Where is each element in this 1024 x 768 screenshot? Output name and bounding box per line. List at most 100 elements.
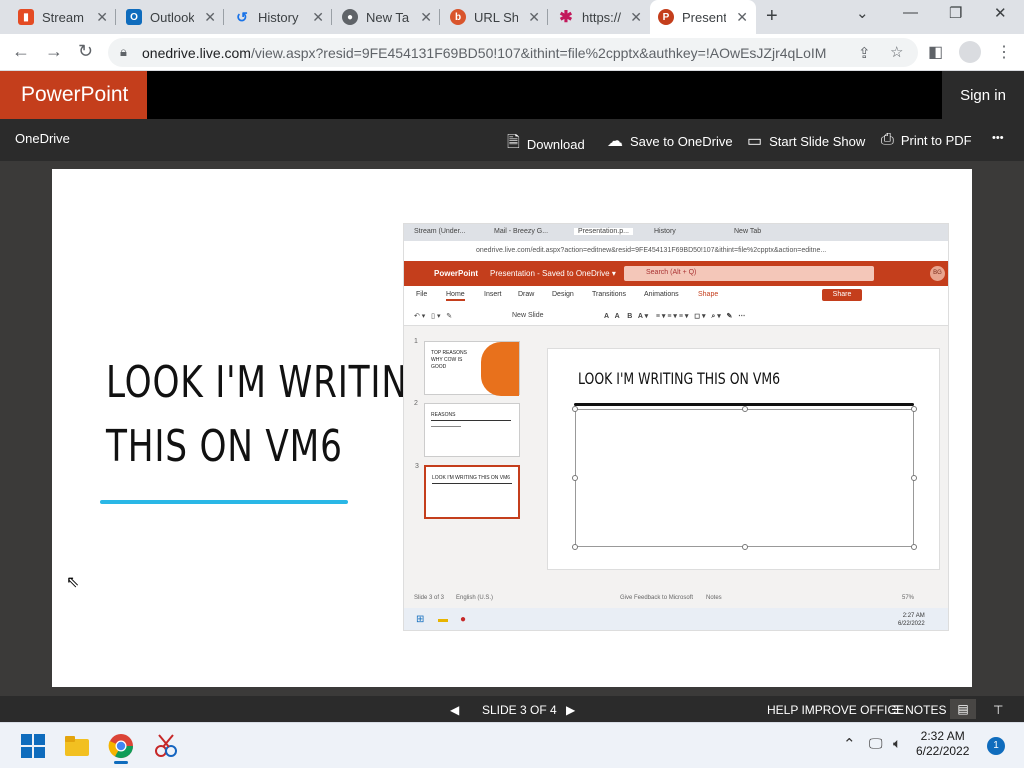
menu-kebab-icon[interactable]: ⋮ bbox=[996, 42, 1012, 62]
help-improve-office-button[interactable]: HELP IMPROVE OFFICE bbox=[767, 703, 904, 717]
download-icon: 🗎︎ bbox=[507, 134, 520, 151]
browser-tab-presentation[interactable]: P Presenta ✕ bbox=[650, 0, 756, 34]
embedded-thumb-2: 2 REASONS bbox=[414, 400, 520, 457]
embedded-thumb-1: 1 TOP REASONS WHY COW IS GOOD bbox=[414, 338, 520, 396]
new-tab-button[interactable]: + bbox=[766, 5, 778, 28]
embedded-doc-title: Presentation - Saved to OneDrive ▾ bbox=[490, 269, 616, 278]
close-icon[interactable]: ✕ bbox=[630, 9, 642, 26]
slide-title-line-1: LOOK I'M WRITING bbox=[106, 357, 436, 408]
save-label: Save to OneDrive bbox=[630, 133, 733, 149]
back-icon[interactable]: ← bbox=[12, 41, 30, 62]
reading-view-icon[interactable]: ▤ bbox=[950, 699, 976, 719]
side-panel-icon[interactable]: ◧ bbox=[928, 42, 943, 62]
embedded-tab: Mail - Breezy G... bbox=[494, 228, 549, 235]
close-window-button[interactable]: ✕ bbox=[994, 4, 1007, 22]
embedded-menu-item: Design bbox=[552, 291, 574, 298]
embedded-text-box bbox=[572, 406, 917, 550]
embedded-avatar: BG bbox=[930, 266, 945, 281]
tab-search-icon[interactable]: ⌄ bbox=[856, 4, 869, 22]
close-icon[interactable]: ✕ bbox=[528, 9, 540, 26]
share-icon[interactable]: ⇪ bbox=[858, 44, 871, 62]
embedded-tab: New Tab bbox=[734, 228, 762, 235]
download-button[interactable]: 🗎︎ Download bbox=[507, 131, 585, 158]
slide-canvas[interactable]: LOOK I'M WRITING THIS ON VM6 Stream (Und… bbox=[52, 169, 972, 687]
slide-title: LOOK I'M WRITING THIS ON VM6 bbox=[106, 351, 436, 479]
print-label: Print to PDF bbox=[900, 132, 972, 148]
forward-icon[interactable]: → bbox=[45, 41, 63, 62]
notes-icon: ☰ bbox=[891, 703, 902, 717]
browser-tab-newtab[interactable]: ● New Tab ✕ bbox=[334, 0, 440, 34]
restore-button[interactable]: ❐ bbox=[949, 4, 962, 22]
taskbar-clock[interactable]: 2:32 AM 6/22/2022 bbox=[916, 729, 969, 759]
print-to-pdf-button[interactable]: ⎙ Print to PDF bbox=[881, 131, 972, 149]
more-options-button[interactable]: ••• bbox=[992, 132, 1004, 144]
embedded-menu-item: Insert bbox=[484, 291, 502, 298]
embedded-menu-item: Shape bbox=[698, 291, 719, 298]
tray-chevron-icon[interactable]: ⌃ bbox=[843, 735, 856, 753]
previous-slide-icon[interactable]: ◀ bbox=[450, 703, 459, 717]
minimize-button[interactable]: — bbox=[903, 4, 918, 21]
embedded-share-button: Share bbox=[822, 289, 862, 301]
tab-title: New Tab bbox=[366, 9, 410, 25]
notes-label: NOTES bbox=[905, 703, 947, 717]
address-bar[interactable]: 🔒︎ onedrive.live.com/view.aspx?resid=9FE… bbox=[108, 38, 918, 67]
stream-icon: ▮ bbox=[18, 9, 34, 25]
embedded-ppt-header: PowerPoint Presentation - Saved to OneDr… bbox=[404, 261, 948, 286]
embedded-address-bar: onedrive.live.com/edit.aspx?action=editn… bbox=[404, 241, 948, 261]
browser-tab-strip: ▮ Stream (Und ✕ O Outlook ✕ ↺ History ✕ … bbox=[0, 0, 1024, 34]
save-to-onedrive-button[interactable]: ☁ Save to OneDrive bbox=[607, 131, 733, 151]
close-icon[interactable]: ✕ bbox=[420, 9, 432, 26]
close-icon[interactable]: ✕ bbox=[204, 9, 216, 26]
embedded-tab-strip: Stream (Under... Mail - Breezy G... Pres… bbox=[404, 224, 948, 241]
chrome-taskbar-icon[interactable] bbox=[108, 733, 134, 764]
powerpoint-brand[interactable]: PowerPoint bbox=[0, 71, 147, 119]
bookmark-star-icon[interactable]: ☆ bbox=[890, 43, 903, 61]
viewer-bottom-bar: ◀ SLIDE 3 OF 4 ▶ HELP IMPROVE OFFICE ☰ N… bbox=[0, 696, 1024, 722]
embedded-menu-item: File bbox=[416, 291, 428, 298]
browser-tab-url-shortener[interactable]: b URL Sh ✕ bbox=[442, 0, 548, 34]
close-icon[interactable]: ✕ bbox=[736, 9, 748, 26]
sign-in-button[interactable]: Sign in bbox=[942, 71, 1024, 119]
embedded-ribbon: ↶ ▾ ▯ ▾ ✎ New Slide A A B A ▾ ≡ ▾ ≡ ▾ ≡ … bbox=[404, 304, 948, 326]
slide-underline bbox=[100, 500, 348, 504]
notes-button[interactable]: ☰ NOTES bbox=[891, 703, 946, 717]
browser-tab-history[interactable]: ↺ History ✕ bbox=[226, 0, 332, 34]
slideshow-label: Start Slide Show bbox=[769, 133, 866, 149]
close-icon[interactable]: ✕ bbox=[96, 9, 108, 26]
notification-badge[interactable]: 1 bbox=[987, 737, 1005, 755]
slide-show-view-icon[interactable]: ⊤ bbox=[993, 703, 1003, 717]
embedded-slide-title: LOOK I'M WRITING THIS ON VM6 bbox=[578, 369, 781, 388]
url-domain: onedrive.live.com bbox=[142, 45, 251, 61]
windows-start-icon[interactable] bbox=[20, 733, 46, 759]
clock-date: 6/22/2022 bbox=[916, 744, 970, 758]
browser-tab-stream[interactable]: ▮ Stream (Und ✕ bbox=[10, 0, 116, 34]
lock-icon[interactable]: 🔒︎ bbox=[120, 44, 127, 60]
volume-icon[interactable]: 🔈︎ bbox=[893, 735, 901, 752]
file-explorer-icon[interactable] bbox=[64, 733, 90, 759]
tab-title: Outlook bbox=[150, 9, 194, 25]
start-slide-show-button[interactable]: ▭ Start Slide Show bbox=[747, 131, 865, 151]
tab-title: Presenta bbox=[682, 9, 726, 25]
embedded-new-slide: New Slide bbox=[512, 312, 544, 319]
next-slide-icon[interactable]: ▶ bbox=[566, 703, 575, 717]
windows-taskbar: ⌃ 🖵︎ 🔈︎ 2:32 AM 6/22/2022 1 bbox=[0, 722, 1024, 768]
embedded-thumb-3: 3 LOOK I'M WRITING THIS ON VM6 bbox=[415, 463, 520, 519]
embedded-screenshot: Stream (Under... Mail - Breezy G... Pres… bbox=[403, 223, 949, 631]
mouse-cursor-icon: ⇖ bbox=[66, 574, 80, 591]
onedrive-breadcrumb[interactable]: OneDrive bbox=[15, 131, 70, 146]
embedded-menu-item: Animations bbox=[644, 291, 679, 298]
reload-icon[interactable]: ↻ bbox=[78, 41, 93, 62]
bitly-icon: b bbox=[450, 9, 466, 25]
download-label: Download bbox=[526, 137, 585, 152]
slide-title-line-2: THIS ON VM6 bbox=[106, 421, 343, 472]
outlook-icon: O bbox=[126, 9, 142, 25]
tab-title: URL Sh bbox=[474, 9, 518, 25]
browser-tab-outlook[interactable]: O Outlook ✕ bbox=[118, 0, 224, 34]
printer-icon: ⎙ bbox=[881, 131, 894, 148]
profile-avatar[interactable] bbox=[959, 41, 981, 68]
close-icon[interactable]: ✕ bbox=[312, 9, 324, 26]
browser-tab-https[interactable]: ✱ https:// ✕ bbox=[550, 0, 650, 34]
snipping-tool-icon[interactable] bbox=[153, 733, 179, 759]
network-icon[interactable]: 🖵︎ bbox=[869, 735, 883, 752]
tab-title: Stream (Und bbox=[42, 9, 86, 25]
